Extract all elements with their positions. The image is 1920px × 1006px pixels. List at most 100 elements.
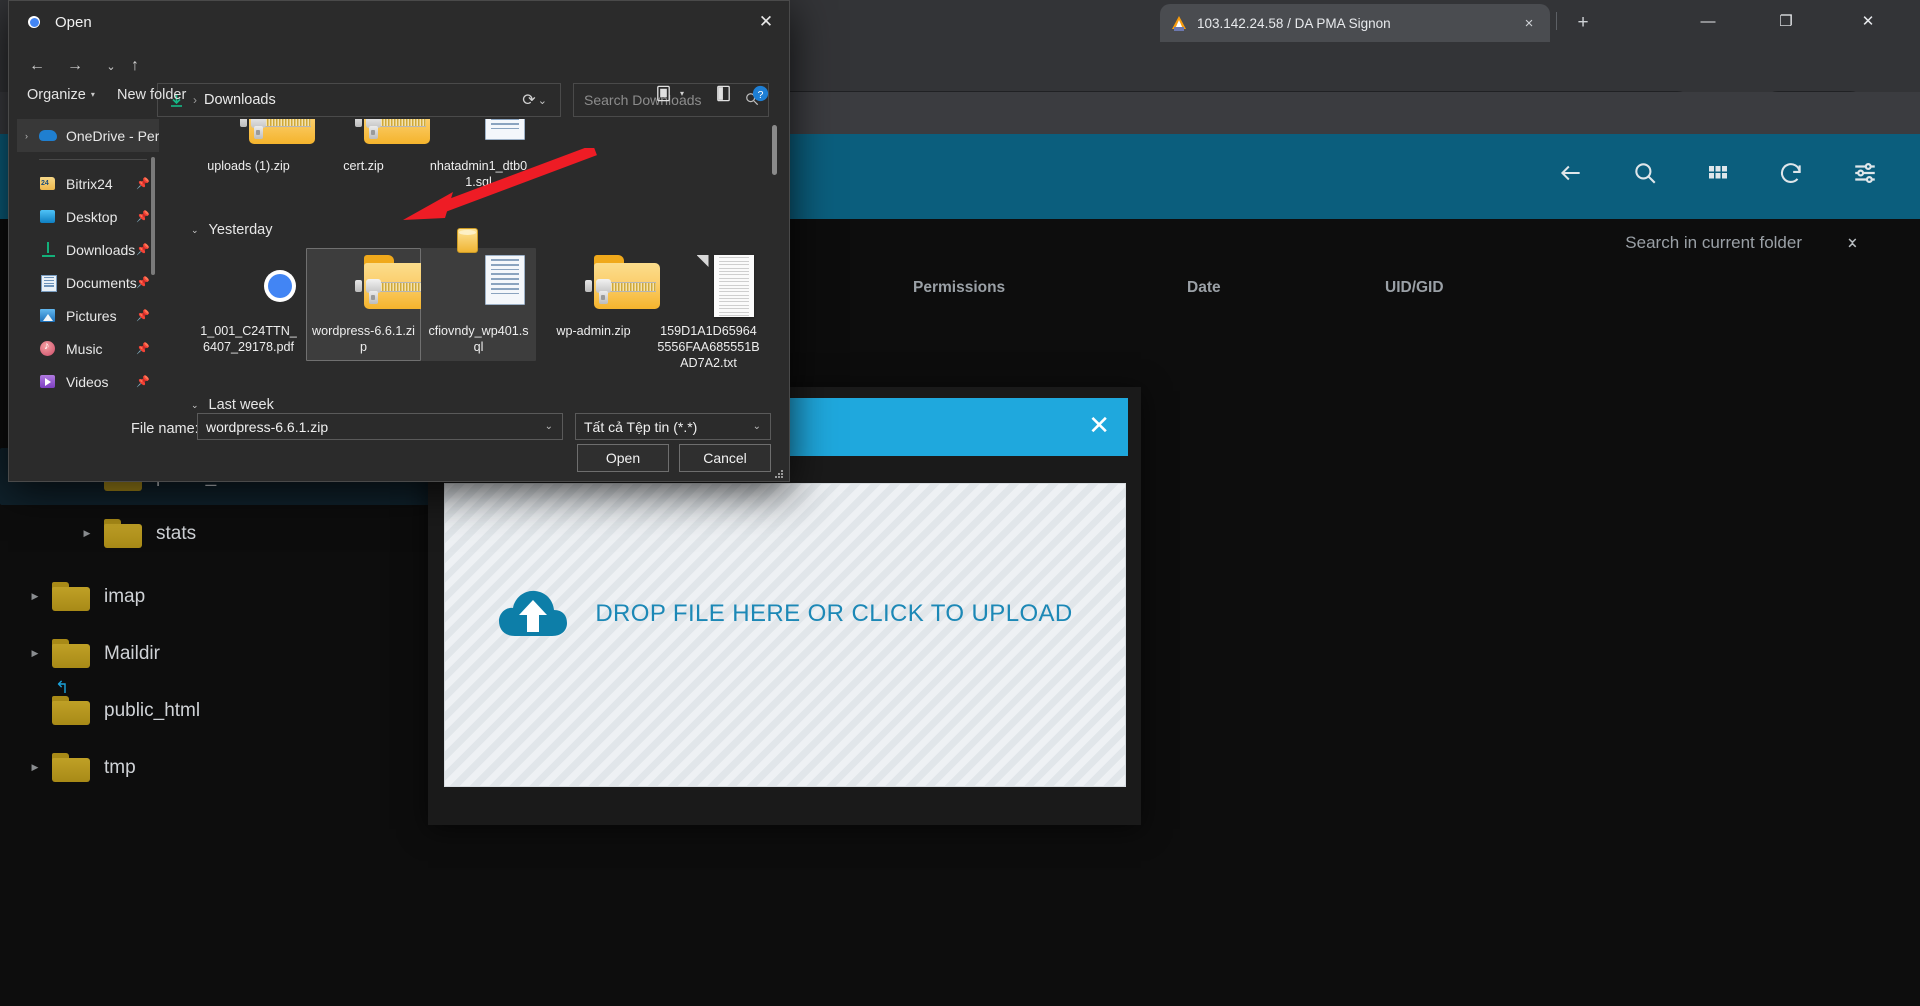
pin-icon[interactable]: 📌	[136, 309, 150, 322]
file-item[interactable]: 1_001_C24TTN_6407_29178.pdf	[191, 242, 306, 377]
nav-item-label: Music	[66, 340, 103, 357]
group-header-yesterday[interactable]: ⌄ Yesterday	[191, 222, 783, 238]
file-name: wp-admin.zip	[556, 324, 631, 338]
nav-item-pictures[interactable]: Pictures 📌	[17, 299, 159, 332]
dialog-title: Open	[55, 13, 92, 31]
search-in-current-folder-label[interactable]: Search in current folder	[1625, 233, 1802, 253]
nav-item-desktop[interactable]: Desktop 📌	[17, 200, 159, 233]
tree-item-label: tmp	[104, 756, 136, 778]
close-window-button[interactable]: ✕	[1840, 0, 1896, 42]
folder-link-icon: ↰	[52, 679, 90, 726]
pictures-icon	[39, 307, 57, 325]
dialog-navigation-pane: › OneDrive - Perso 24 Bitrix24 📌 Desktop…	[17, 119, 159, 409]
chevron-down-icon: ▾	[680, 89, 685, 98]
file-item[interactable]: 159D1A1D659645556FAA685551BAD7A2.txt	[651, 242, 766, 377]
pin-icon[interactable]: 📌	[136, 375, 150, 388]
caret-icon[interactable]: ▶	[80, 528, 94, 539]
file-item[interactable]: nhatadmin1_dtb01.sql	[421, 119, 536, 196]
file-type-value: Tất cả Tệp tin (*.*)	[584, 418, 698, 435]
file-list-scrollbar[interactable]	[772, 125, 777, 175]
new-folder-button[interactable]: New folder	[117, 87, 186, 103]
caret-icon[interactable]: ▶	[28, 648, 42, 659]
filter-icon[interactable]	[1852, 160, 1878, 186]
file-name-input[interactable]: wordpress-6.6.1.zip ⌄	[197, 413, 563, 440]
txt-file-icon	[673, 255, 754, 317]
upload-dropzone[interactable]: DROP FILE HERE OR CLICK TO UPLOAD	[444, 483, 1126, 787]
close-icon[interactable]: ×	[1518, 12, 1540, 34]
folder-icon	[52, 752, 90, 783]
view-layout-button[interactable]: ▾	[654, 84, 684, 103]
pin-icon[interactable]: 📌	[136, 210, 150, 223]
chevron-down-icon: ⌄	[191, 399, 199, 410]
chevron-down-icon[interactable]: ⌄	[753, 421, 761, 432]
nav-item-onedrive[interactable]: › OneDrive - Perso	[17, 119, 159, 152]
file-name: 1_001_C24TTN_6407_29178.pdf	[200, 324, 297, 354]
close-icon[interactable]: ✕	[1088, 412, 1110, 438]
pin-icon[interactable]: 📌	[136, 177, 150, 190]
preview-pane-button[interactable]	[714, 84, 733, 103]
file-group-yesterday: 1_001_C24TTN_6407_29178.pdf wordpress-6.…	[191, 228, 783, 377]
sql-file-icon	[443, 119, 525, 152]
file-item[interactable]: cfiovndy_wp401.sql	[421, 228, 536, 377]
divider	[39, 159, 147, 160]
minimize-button[interactable]: —	[1680, 0, 1736, 42]
browser-tab[interactable]: 103.142.24.58 / DA PMA Signon ×	[1160, 4, 1550, 42]
cloud-upload-icon	[497, 588, 569, 640]
file-name-value: wordpress-6.6.1.zip	[206, 418, 329, 435]
up-button[interactable]: ↑	[121, 52, 149, 80]
nav-pane-scrollbar[interactable]	[151, 157, 155, 275]
organize-label: Organize	[27, 87, 86, 103]
file-item[interactable]: uploads (1).zip	[191, 119, 315, 196]
documents-icon	[39, 274, 57, 292]
nav-item-documents[interactable]: Documents 📌	[17, 266, 159, 299]
file-name-label: File name:	[131, 421, 199, 437]
resize-grip[interactable]	[775, 470, 784, 479]
chevron-down-icon[interactable]: ⌄	[545, 421, 553, 432]
bitrix24-folder-icon: 24	[39, 175, 57, 193]
back-arrow-icon[interactable]	[1558, 160, 1584, 186]
onedrive-icon	[39, 127, 57, 145]
forward-button[interactable]: →	[61, 52, 89, 80]
caret-icon[interactable]: ▶	[28, 591, 42, 602]
pin-icon[interactable]: 📌	[136, 342, 150, 355]
nav-item-videos[interactable]: Videos 📌	[17, 365, 159, 398]
file-item[interactable]: cert.zip	[306, 119, 430, 196]
chevron-down-icon: ⌄	[191, 224, 199, 235]
caret-icon[interactable]: ›	[25, 131, 39, 141]
nav-item-downloads[interactable]: Downloads 📌	[17, 233, 159, 266]
zip-folder-icon	[213, 119, 315, 152]
maximize-button[interactable]: ❐	[1758, 0, 1814, 42]
pin-icon[interactable]: 📌	[136, 243, 150, 256]
dialog-title-bar[interactable]: Open ✕	[9, 1, 789, 43]
desktop-icon	[39, 208, 57, 226]
pin-icon[interactable]: 📌	[136, 276, 150, 289]
nav-item-bitrix24[interactable]: 24 Bitrix24 📌	[17, 167, 159, 200]
help-icon[interactable]: ?	[751, 84, 770, 103]
caret-icon[interactable]: ▶	[28, 762, 42, 773]
folder-icon	[52, 581, 90, 612]
nav-item-label: Pictures	[66, 307, 117, 324]
file-item[interactable]: wp-admin.zip	[536, 242, 660, 377]
file-item-selected[interactable]: wordpress-6.6.1.zip	[306, 242, 430, 377]
file-group-clipped: uploads (1).zip cert.zip nhatadmin1_dtb0…	[191, 119, 783, 196]
file-name: uploads (1).zip	[207, 159, 290, 173]
nav-item-label: OneDrive - Perso	[66, 127, 159, 144]
cancel-button[interactable]: Cancel	[679, 444, 771, 472]
organize-button[interactable]: Organize ▾	[27, 87, 95, 103]
search-icon[interactable]	[1632, 160, 1658, 186]
file-type-select[interactable]: Tất cả Tệp tin (*.*) ⌄	[575, 413, 771, 440]
group-header-last-week[interactable]: ⌄ Last week	[191, 397, 783, 409]
nav-item-music[interactable]: Music 📌	[17, 332, 159, 365]
refresh-icon[interactable]	[1778, 160, 1804, 186]
grid-view-icon[interactable]	[1706, 161, 1730, 185]
svg-text:?: ?	[758, 90, 764, 101]
collapse-toggle-icon[interactable]: ⌄ ⌃	[1845, 228, 1860, 259]
new-tab-button[interactable]: +	[1570, 10, 1596, 36]
zip-folder-icon	[328, 119, 430, 152]
file-list-pane: uploads (1).zip cert.zip nhatadmin1_dtb0…	[169, 119, 783, 409]
nav-item-label: Downloads	[66, 241, 136, 258]
dialog-footer: File name: wordpress-6.6.1.zip ⌄ Tất cả …	[9, 409, 789, 483]
back-button[interactable]: ←	[23, 52, 51, 80]
close-icon[interactable]: ✕	[743, 1, 789, 43]
open-button[interactable]: Open	[577, 444, 669, 472]
